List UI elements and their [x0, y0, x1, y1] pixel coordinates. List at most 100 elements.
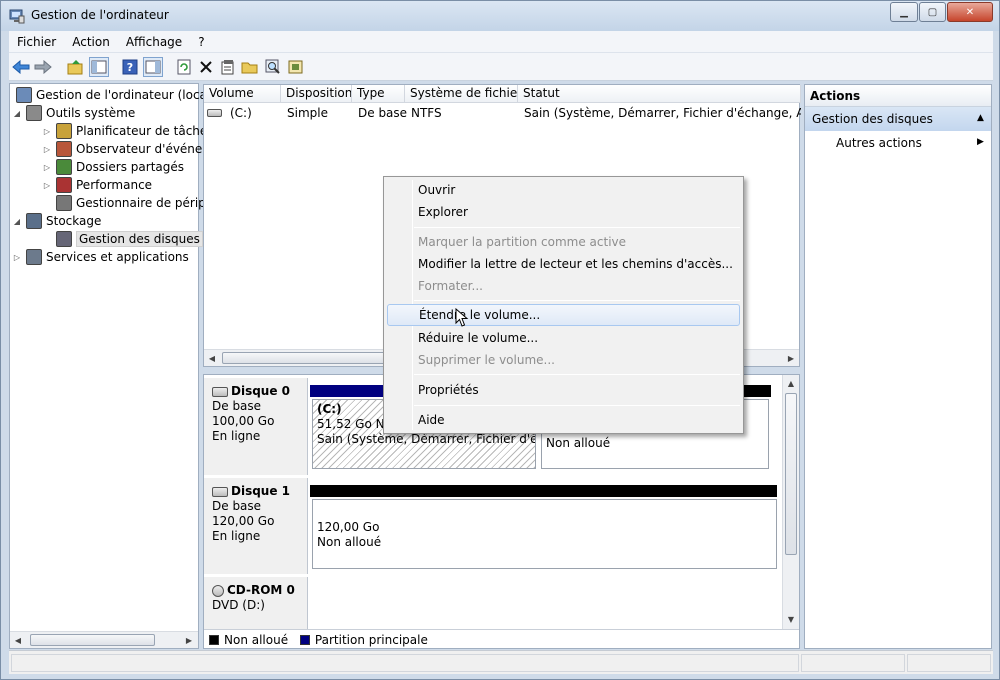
disk-0-label[interactable]: Disque 0 De base 100,00 Go En ligne — [204, 378, 308, 475]
collapse-arrow-icon[interactable]: ◢ — [12, 217, 22, 226]
disk-view-vertical-scrollbar[interactable]: ▲ ▼ — [782, 375, 799, 629]
services-icon — [26, 249, 42, 265]
disk-1-label[interactable]: Disque 1 De base 120,00 Go En ligne — [204, 478, 308, 574]
refresh-button[interactable] — [174, 57, 194, 77]
disk-0-state: En ligne — [212, 429, 261, 443]
menu-fichier[interactable]: Fichier — [9, 35, 64, 49]
disk-view-scroll-thumb[interactable] — [785, 393, 797, 555]
tree-item[interactable]: ▷ Dossiers partagés — [44, 158, 185, 176]
tree-item[interactable]: Gestionnaire de périphé — [56, 194, 221, 212]
title-bar[interactable]: Gestion de l'ordinateur ▁ ▢ ✕ — [1, 1, 999, 31]
tree-scroll-thumb[interactable] — [30, 634, 155, 646]
scroll-right-arrow[interactable]: ▶ — [783, 350, 799, 366]
search-button[interactable] — [263, 57, 283, 77]
search-icon — [265, 59, 280, 74]
forward-button[interactable] — [33, 57, 53, 77]
actions-section-disk-management[interactable]: Gestion des disques ▲ — [805, 107, 991, 131]
toolbar: ? — [9, 53, 993, 81]
show-hide-action-button[interactable] — [143, 57, 163, 77]
unallocated-disk-0-label: Non alloué — [546, 436, 611, 450]
column-header-disposition[interactable]: Disposition — [281, 85, 352, 103]
properties-button[interactable] — [218, 57, 238, 77]
expand-arrow-icon[interactable]: ▷ — [42, 145, 52, 154]
menu-item-extend-volume[interactable]: Étendre le volume... — [387, 304, 740, 326]
scroll-right-arrow[interactable]: ▶ — [181, 632, 197, 648]
scroll-down-arrow[interactable]: ▼ — [783, 611, 799, 627]
tree-item-label: Gestionnaire de périphé — [76, 196, 221, 210]
menu-bar: Fichier Action Affichage ? — [9, 31, 993, 53]
context-menu: Ouvrir Explorer Marquer la partition com… — [383, 176, 744, 434]
close-button[interactable]: ✕ — [947, 2, 993, 22]
menu-item-explorer[interactable]: Explorer — [387, 201, 740, 223]
column-header-volume[interactable]: Volume — [204, 85, 281, 103]
column-header-filesystem[interactable]: Système de fichiers — [405, 85, 518, 103]
up-button[interactable] — [66, 57, 86, 77]
disk-icon — [207, 109, 222, 117]
disposition-cell: Simple — [287, 106, 328, 120]
menu-item-shrink-volume[interactable]: Réduire le volume... — [387, 327, 740, 349]
expand-arrow-icon[interactable]: ▷ — [12, 253, 22, 262]
mouse-cursor-icon — [455, 308, 469, 327]
collapse-arrow-icon[interactable]: ◢ — [12, 109, 22, 118]
more-actions-item[interactable]: Autres actions ▶ — [805, 133, 991, 153]
expand-arrow-icon[interactable]: ▷ — [42, 181, 52, 190]
status-segment-1 — [11, 654, 799, 672]
disk-1-state: En ligne — [212, 529, 261, 543]
tree-item[interactable]: ◢ Stockage — [14, 212, 101, 230]
help-icon: ? — [122, 59, 138, 75]
tree-item[interactable]: Gestion de l'ordinateur (local) — [16, 86, 215, 104]
disk-icon — [212, 486, 228, 497]
menu-affichage[interactable]: Affichage — [118, 35, 190, 49]
submenu-arrow-icon: ▶ — [977, 137, 984, 147]
menu-action[interactable]: Action — [64, 35, 118, 49]
tree-horizontal-scrollbar[interactable]: ◀ ▶ — [10, 631, 198, 648]
clock-icon — [56, 123, 72, 139]
menu-item-ouvrir[interactable]: Ouvrir — [387, 179, 740, 201]
expand-arrow-icon[interactable]: ▷ — [42, 127, 52, 136]
actions-section-title: Gestion des disques — [812, 112, 933, 126]
scroll-up-arrow[interactable]: ▲ — [783, 375, 799, 391]
maximize-button[interactable]: ▢ — [919, 2, 946, 22]
collapse-up-icon[interactable]: ▲ — [977, 113, 984, 123]
tree-item[interactable]: ◢ Outils système — [14, 104, 135, 122]
scroll-left-arrow[interactable]: ◀ — [204, 350, 220, 366]
partition-c-status: Sain (Système, Démarrer, Fichier d'échan… — [317, 432, 535, 446]
tree-item[interactable]: ▷ Services et applications — [14, 248, 189, 266]
tree-item[interactable]: ▷ Observateur d'événeme — [44, 140, 221, 158]
disk-0-name: Disque 0 — [231, 384, 291, 398]
scroll-left-arrow[interactable]: ◀ — [10, 632, 26, 648]
minimize-button[interactable]: ▁ — [890, 2, 918, 22]
menu-item-help[interactable]: Aide — [387, 409, 740, 431]
open-button[interactable] — [240, 57, 260, 77]
export-button[interactable] — [286, 57, 306, 77]
menu-separator — [414, 405, 740, 406]
column-header-type[interactable]: Type — [352, 85, 405, 103]
unallocated-disk-1[interactable]: 120,00 Go Non alloué — [312, 499, 777, 569]
show-hide-action-icon — [145, 60, 161, 74]
disk-icon — [212, 386, 228, 397]
cdrom-0-label[interactable]: CD-ROM 0 DVD (D:) — [204, 577, 308, 629]
tree-item[interactable]: ▷ Planificateur de tâches — [44, 122, 214, 140]
legend-unallocated-swatch — [209, 635, 219, 645]
show-hide-tree-button[interactable] — [89, 57, 109, 77]
column-header-status[interactable]: Statut — [518, 85, 801, 103]
cdrom-0-name: CD-ROM 0 — [227, 583, 295, 597]
disk-0-size: 100,00 Go — [212, 414, 275, 428]
delete-button[interactable] — [196, 57, 216, 77]
menu-help[interactable]: ? — [190, 35, 212, 49]
export-icon — [288, 60, 303, 74]
help-button[interactable]: ? — [120, 57, 140, 77]
menu-item-properties[interactable]: Propriétés — [387, 379, 740, 401]
back-button[interactable] — [11, 57, 31, 77]
tree-item[interactable]: ▷ Performance — [44, 176, 152, 194]
status-segment-3 — [907, 654, 991, 672]
legend-unallocated: Non alloué — [224, 633, 289, 647]
menu-item-format: Formater... — [418, 279, 483, 293]
cdrom-icon — [212, 584, 224, 597]
expand-arrow-icon[interactable]: ▷ — [42, 163, 52, 172]
tree-item[interactable]: Gestion des disques — [56, 230, 203, 248]
tree-item-label: Dossiers partagés — [76, 160, 185, 174]
menu-item-change-drive-letter[interactable]: Modifier la lettre de lecteur et les che… — [387, 253, 740, 275]
filesystem-cell: NTFS — [411, 106, 442, 120]
computer-icon — [9, 9, 25, 24]
